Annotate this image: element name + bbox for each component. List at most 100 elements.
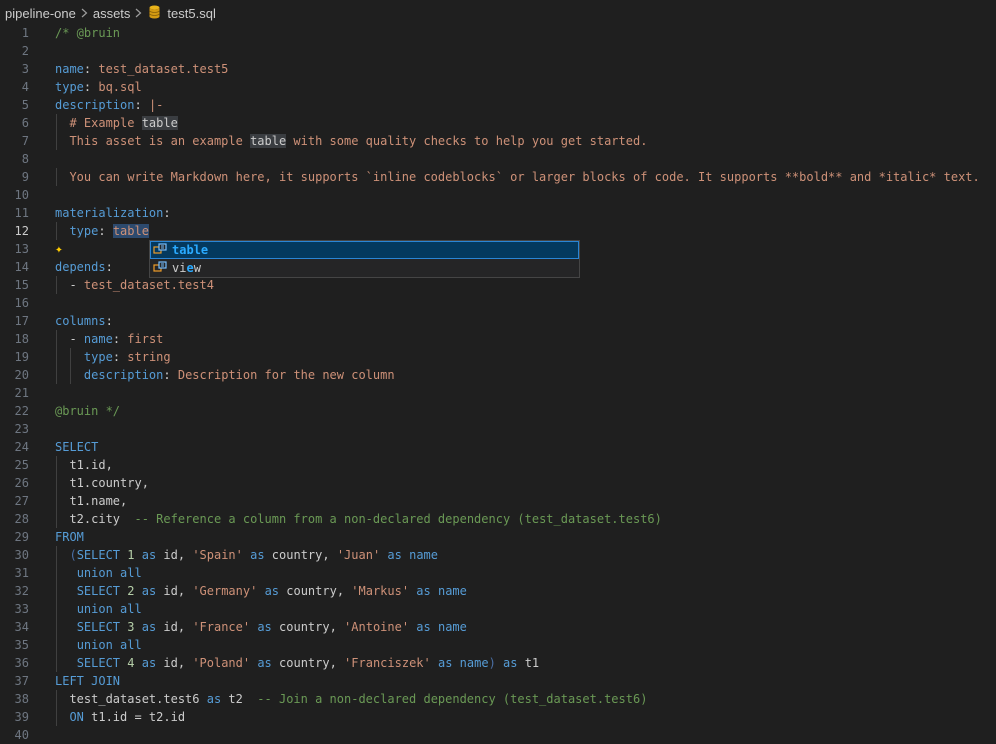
line-number: 9	[21, 170, 29, 184]
line-number: 30	[14, 548, 29, 562]
code-text: FROM	[55, 528, 84, 546]
breadcrumb-item-folder[interactable]: assets	[93, 6, 131, 21]
code-token: :	[83, 80, 99, 94]
code-line[interactable]: 36 SELECT 4 as id, 'Poland' as country, …	[0, 654, 996, 672]
code-token: # Example	[69, 116, 142, 130]
code-line[interactable]: 38 test_dataset.test6 as t2 -- Join a no…	[0, 690, 996, 708]
code-line[interactable]: 24 SELECT	[0, 438, 996, 456]
code-line[interactable]: 22 @bruin */	[0, 402, 996, 420]
code-line[interactable]: 39 ON t1.id = t2.id	[0, 708, 996, 726]
code-token: (	[69, 548, 77, 562]
code-line[interactable]: 40	[0, 726, 996, 744]
line-number: 26	[14, 476, 29, 490]
code-line[interactable]: 12 type: table	[0, 222, 996, 240]
code-line[interactable]: 7 This asset is an example table with so…	[0, 132, 996, 150]
code-line[interactable]: 8	[0, 150, 996, 168]
code-token: :	[83, 62, 99, 76]
code-text: materialization:	[55, 204, 171, 222]
line-number: 40	[14, 728, 29, 742]
code-token: as	[206, 692, 222, 706]
code-line[interactable]: 37 LEFT JOIN	[0, 672, 996, 690]
code-text: SELECT 3 as id, 'France' as country, 'An…	[55, 618, 467, 636]
code-line[interactable]: 18 - name: first	[0, 330, 996, 348]
code-token: type	[55, 80, 84, 94]
code-line[interactable]: 17 columns:	[0, 312, 996, 330]
suggestion-item[interactable]: table	[150, 241, 579, 259]
code-token: id,	[163, 584, 193, 598]
code-token: depends	[55, 260, 106, 274]
code-line[interactable]: 6 # Example table	[0, 114, 996, 132]
code-token: SELECT	[76, 548, 128, 562]
code-line[interactable]: 28 t2.city -- Reference a column from a …	[0, 510, 996, 528]
code-text: type: table	[55, 222, 149, 240]
code-token: t2	[221, 692, 258, 706]
code-line[interactable]: 31 union all	[0, 564, 996, 582]
chevron-right-icon	[135, 8, 142, 18]
code-token: name	[437, 584, 467, 598]
code-text: SELECT	[55, 438, 98, 456]
code-line[interactable]: 35 union all	[0, 636, 996, 654]
code-line[interactable]: 11 materialization:	[0, 204, 996, 222]
code-token: test_dataset.test5	[98, 62, 229, 76]
code-line[interactable]: 16	[0, 294, 996, 312]
code-line[interactable]: 20 description: Description for the new …	[0, 366, 996, 384]
code-token: SELECT	[55, 440, 99, 454]
code-text: This asset is an example table with some…	[55, 132, 647, 150]
sparkle-icon[interactable]: ✦	[55, 241, 63, 259]
code-token: as	[495, 656, 525, 670]
code-editor[interactable]: 1/* @bruin 2 3 name: test_dataset.test5 4 typ…	[0, 24, 996, 744]
code-text: t2.city -- Reference a column from a non…	[55, 510, 661, 528]
code-token: type	[69, 224, 99, 238]
code-line[interactable]: 26 t1.country,	[0, 474, 996, 492]
code-line[interactable]: 25 t1.id,	[0, 456, 996, 474]
suggestion-text-match: table	[172, 243, 209, 257]
code-token: @bruin */	[55, 404, 121, 418]
code-line[interactable]: 19 type: string	[0, 348, 996, 366]
code-line[interactable]: 9 You can write Markdown here, it suppor…	[0, 168, 996, 186]
suggestion-label: view	[172, 259, 201, 277]
code-line[interactable]: 27 t1.name,	[0, 492, 996, 510]
code-line[interactable]: 5 description: |-	[0, 96, 996, 114]
breadcrumb-item-folder[interactable]: pipeline-one	[5, 6, 76, 21]
code-line[interactable]: 1 /* @bruin	[0, 24, 996, 42]
code-line[interactable]: 21	[0, 384, 996, 402]
code-text: - test_dataset.test4	[55, 276, 214, 294]
code-text: You can write Markdown here, it supports…	[55, 168, 979, 186]
code-text: union all	[55, 564, 142, 582]
code-token: description	[83, 368, 164, 382]
suggestion-item[interactable]: view	[150, 259, 579, 277]
code-token: union all	[76, 602, 142, 616]
code-line[interactable]: 15 - test_dataset.test4	[0, 276, 996, 294]
code-line[interactable]: 34 SELECT 3 as id, 'France' as country, …	[0, 618, 996, 636]
code-line[interactable]: 23	[0, 420, 996, 438]
code-line[interactable]: 29 FROM	[0, 528, 996, 546]
code-line[interactable]: 33 union all	[0, 600, 996, 618]
code-text: description: Description for the new col…	[55, 366, 395, 384]
line-number: 24	[14, 440, 29, 454]
line-number: 13	[14, 242, 29, 256]
code-line[interactable]: 30 (SELECT 1 as id, 'Spain' as country, …	[0, 546, 996, 564]
line-number: 18	[14, 332, 29, 346]
code-token: as	[257, 584, 287, 598]
code-line[interactable]: 4 type: bq.sql	[0, 78, 996, 96]
breadcrumb-item-file[interactable]: test5.sql	[167, 6, 215, 21]
code-line[interactable]: 10	[0, 186, 996, 204]
code-token: t1.id = t2.id	[83, 710, 186, 724]
line-number: 12	[14, 224, 29, 238]
code-line[interactable]: 3 name: test_dataset.test5	[0, 60, 996, 78]
code-text: - name: first	[55, 330, 163, 348]
code-token: with some quality checks to help you get…	[286, 134, 648, 148]
enum-member-icon	[153, 261, 167, 275]
code-token: :	[98, 224, 113, 238]
code-token: 4	[127, 656, 135, 670]
line-number: 23	[14, 422, 29, 436]
code-line[interactable]: 32 SELECT 2 as id, 'Germany' as country,…	[0, 582, 996, 600]
code-line[interactable]: 2	[0, 42, 996, 60]
